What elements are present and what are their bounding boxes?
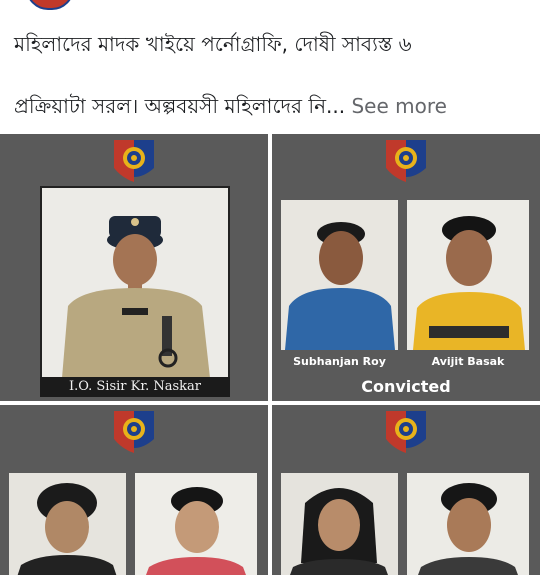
convict-name: Avijit Basak	[431, 355, 505, 368]
police-emblem-icon	[112, 138, 156, 184]
status-label: Convicted	[361, 377, 451, 396]
convict-photo	[407, 200, 529, 350]
police-emblem-icon	[384, 138, 428, 184]
photo-convicts-3[interactable]	[272, 405, 540, 575]
photo-investigator[interactable]: I.O. Sisir Kr. Naskar	[0, 134, 268, 401]
convict-photo	[281, 200, 398, 350]
officer-photo	[40, 186, 230, 380]
convict-photo	[135, 473, 257, 575]
photo-convicts-2[interactable]	[0, 405, 268, 575]
photo-convicts-1[interactable]: Subhanjan Roy Avijit Basak Convicted	[272, 134, 540, 401]
see-more-link[interactable]: See more	[351, 94, 446, 118]
investigator-label: I.O. Sisir Kr. Naskar	[40, 377, 230, 397]
profile-avatar[interactable]	[26, 0, 74, 10]
post-caption-text: প্রক্রিয়াটা সরল। অল্পবয়সী মহিলাদের নি.…	[14, 94, 346, 118]
convict-name: Subhanjan Roy	[293, 355, 386, 368]
post-header-strip	[0, 0, 540, 14]
photo-grid: I.O. Sisir Kr. Naskar Subhanjan Roy Avij…	[0, 134, 540, 575]
police-emblem-icon	[384, 409, 428, 455]
police-emblem-icon	[112, 409, 156, 455]
post-caption-line1: মহিলাদের মাদক খাইয়ে পর্নোগ্রাফি, দোষী স…	[14, 32, 412, 56]
convict-photo	[407, 473, 529, 575]
convict-photo	[281, 473, 398, 575]
post-caption-line2: প্রক্রিয়াটা সরল। অল্পবয়সী মহিলাদের নি.…	[14, 92, 526, 120]
convict-photo	[9, 473, 126, 575]
